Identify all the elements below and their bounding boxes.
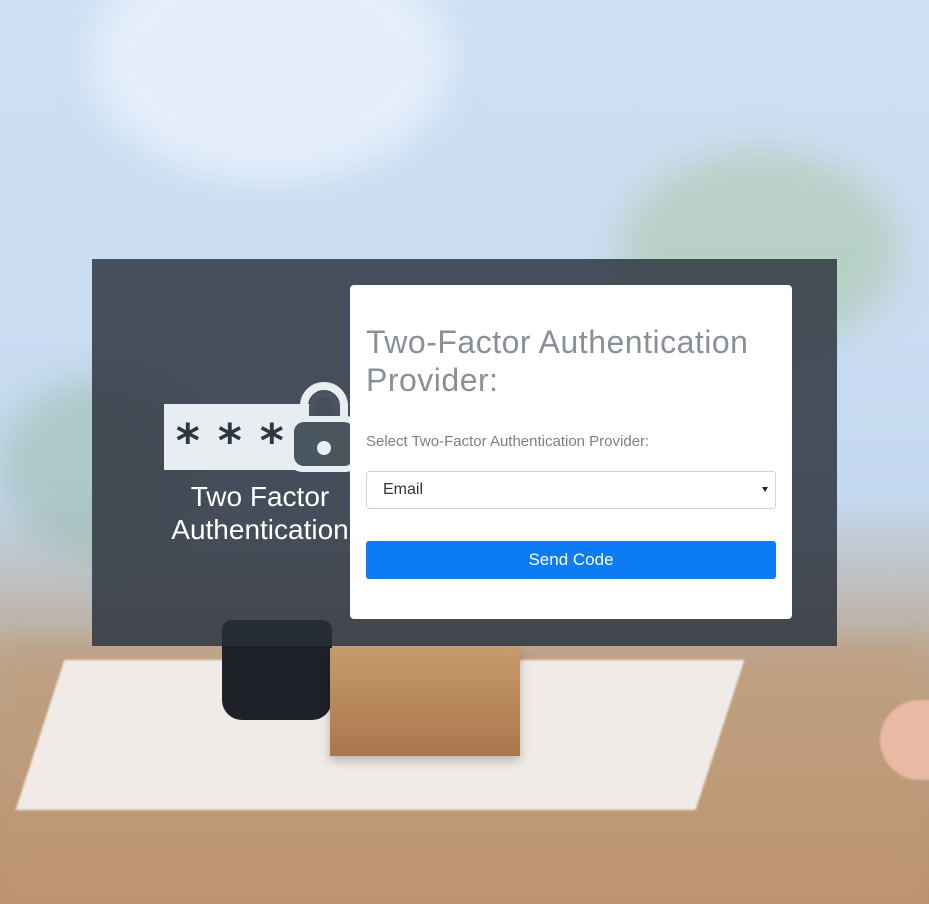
mask-char: * xyxy=(174,414,202,468)
two-factor-card: Two-Factor Authentication Provider: Sele… xyxy=(350,285,792,619)
mask-char: * xyxy=(258,414,286,468)
mask-char: * xyxy=(216,414,244,468)
provider-select-value: Email xyxy=(383,481,424,498)
page-title: Two-Factor Authentication Provider: xyxy=(366,324,749,398)
brand-title-line2: Authentication xyxy=(171,514,349,545)
chevron-down-icon xyxy=(762,487,768,492)
provider-select[interactable]: Email xyxy=(366,471,776,509)
brand-title-line1: Two Factor xyxy=(190,481,330,512)
background-wood-block xyxy=(330,648,520,756)
send-code-button[interactable]: Send Code xyxy=(366,541,776,579)
background-blur-light xyxy=(90,0,450,180)
brand-title: Two Factor Authentication xyxy=(160,480,360,546)
provider-select-label: Select Two-Factor Authentication Provide… xyxy=(366,433,650,450)
